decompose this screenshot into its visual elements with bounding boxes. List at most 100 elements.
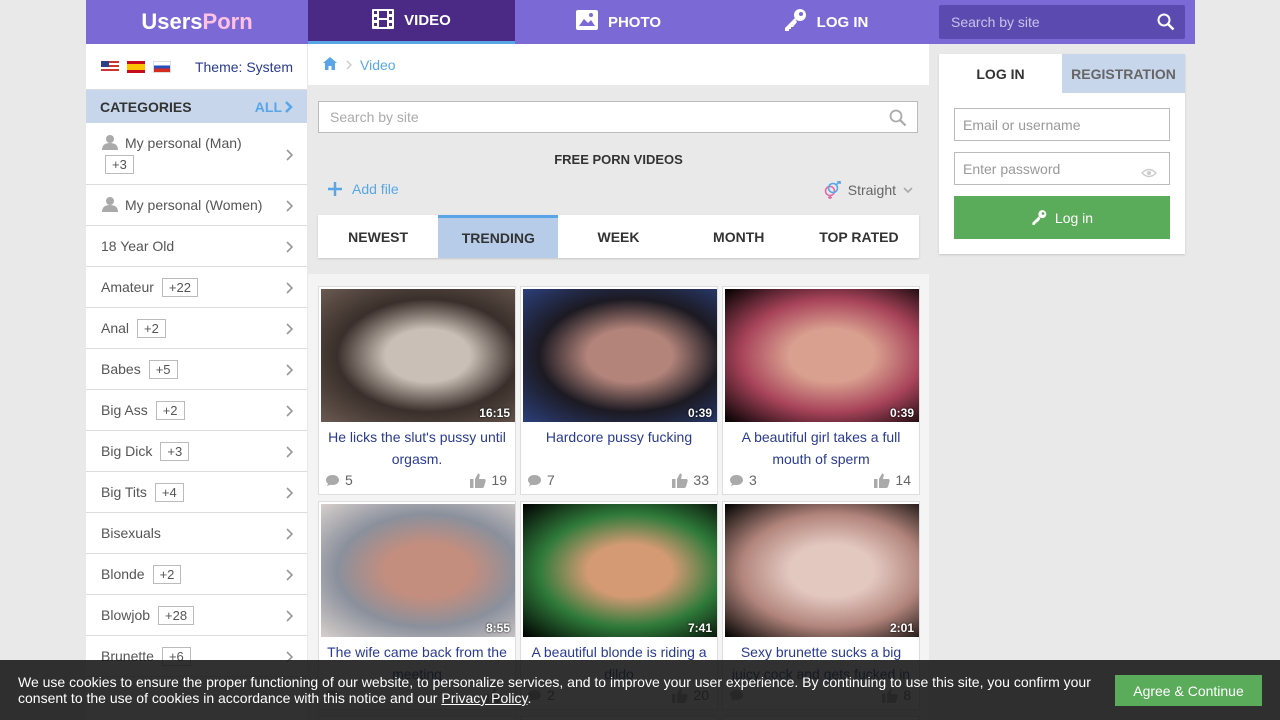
breadcrumb-current[interactable]: Video	[360, 57, 396, 73]
eye-icon[interactable]	[1141, 165, 1157, 181]
nav-video[interactable]: VIDEO	[308, 0, 515, 44]
all-categories-link[interactable]: ALL	[255, 99, 293, 115]
sidebar-category[interactable]: My personal (Women)	[86, 185, 307, 226]
sort-tab-top-rated[interactable]: TOP RATED	[799, 215, 919, 258]
category-label: Blonde	[101, 566, 145, 582]
video-controls: FREE PORN VIDEOS Add file Straight NEWES…	[308, 85, 929, 274]
video-thumbnail[interactable]: 7:41	[523, 504, 717, 637]
likes-value: 33	[693, 472, 709, 488]
theme-toggle[interactable]: Theme: System	[195, 59, 293, 75]
gender-icon	[824, 181, 841, 199]
sort-tab-week[interactable]: WEEK	[558, 215, 678, 258]
logo-text-porn: Porn	[202, 9, 253, 34]
category-badge: +2	[155, 400, 185, 420]
video-search-input[interactable]	[319, 102, 917, 132]
language-row: Theme: System	[86, 44, 307, 90]
video-card[interactable]: 0:39 A beautiful girl takes a full mouth …	[722, 286, 920, 495]
us-flag-icon[interactable]	[101, 60, 119, 73]
category-label: Blowjob	[101, 607, 151, 623]
video-thumbnail[interactable]: 0:39	[725, 289, 919, 422]
auth-tabs: LOG IN REGISTRATION	[939, 54, 1185, 93]
likes-value: 14	[895, 472, 911, 488]
video-thumbnail[interactable]: 2:01	[725, 504, 919, 637]
chevron-right-icon	[286, 404, 294, 420]
privacy-policy-link[interactable]: Privacy Policy	[441, 690, 527, 706]
thumbs-up-icon	[874, 473, 891, 488]
category-badge: +22	[161, 277, 198, 297]
video-duration: 8:55	[485, 621, 510, 635]
comment-icon	[730, 474, 743, 486]
nav-login[interactable]: LOG IN	[722, 0, 929, 44]
video-stats: 7 33	[521, 472, 717, 494]
sidebar-category[interactable]: Big Dick +3	[86, 431, 307, 472]
category-badge: +5	[148, 359, 178, 379]
category-label: Big Ass	[101, 402, 148, 418]
video-title[interactable]: He licks the slut's pussy until orgasm.	[319, 424, 515, 472]
add-file-label: Add file	[352, 181, 399, 197]
sidebar-category[interactable]: Amateur +22	[86, 267, 307, 308]
sidebar-category[interactable]: Blonde +2	[86, 554, 307, 595]
search-icon[interactable]	[1157, 13, 1175, 34]
orientation-dropdown[interactable]: Straight	[823, 181, 913, 199]
page-title: FREE PORN VIDEOS	[554, 152, 683, 167]
sort-tab-trending[interactable]: TRENDING	[438, 215, 559, 258]
video-title[interactable]: A beautiful girl takes a full mouth of s…	[723, 424, 919, 472]
comments-count: 7	[527, 472, 555, 488]
breadcrumb-separator-icon	[346, 57, 353, 73]
ru-flag-icon[interactable]	[153, 60, 171, 73]
key-icon	[783, 9, 807, 35]
image-icon	[575, 10, 598, 34]
likes-count: 19	[470, 472, 507, 488]
video-card[interactable]: 16:15 He licks the slut's pussy until org…	[318, 286, 516, 495]
sidebar-category[interactable]: Blowjob +28	[86, 595, 307, 636]
home-icon[interactable]	[322, 56, 338, 74]
video-duration: 0:39	[687, 406, 712, 420]
agree-continue-button[interactable]: Agree & Continue	[1115, 675, 1262, 706]
site-logo[interactable]: Users Porn	[86, 0, 308, 44]
categories-title: CATEGORIES	[100, 98, 192, 115]
plus-icon	[328, 182, 342, 196]
password-field[interactable]	[955, 153, 1169, 184]
add-file-button[interactable]: Add file	[328, 181, 399, 197]
search-icon[interactable]	[889, 109, 907, 130]
es-flag-icon[interactable]	[127, 60, 145, 73]
video-thumbnail[interactable]: 0:39	[523, 289, 717, 422]
nav-photo[interactable]: PHOTO	[515, 0, 722, 44]
video-title[interactable]: Hardcore pussy fucking	[521, 424, 717, 472]
all-label: ALL	[254, 98, 282, 115]
breadcrumb: Video	[308, 44, 929, 85]
password-field-wrap	[954, 152, 1170, 185]
nav-login-label: LOG IN	[816, 13, 869, 31]
sidebar-category[interactable]: 18 Year Old	[86, 226, 307, 267]
category-label: Bisexuals	[101, 525, 161, 541]
logo-text-users: Users	[141, 9, 203, 34]
tab-login[interactable]: LOG IN	[939, 54, 1062, 93]
comments-count: 5	[325, 472, 353, 488]
auth-panel: LOG IN REGISTRATION Log in	[939, 54, 1185, 254]
sidebar-category[interactable]: Anal +2	[86, 308, 307, 349]
likes-count: 14	[874, 472, 911, 488]
sidebar-category[interactable]: Big Tits +4	[86, 472, 307, 513]
email-field[interactable]	[955, 109, 1169, 140]
cookie-banner: We use cookies to ensure the proper func…	[0, 660, 1280, 720]
video-thumbnail[interactable]: 8:55	[321, 504, 515, 637]
nav-video-label: VIDEO	[404, 12, 451, 29]
header-search-input[interactable]	[939, 5, 1185, 39]
sidebar-category[interactable]: Bisexuals	[86, 513, 307, 554]
video-thumbnail[interactable]: 16:15	[321, 289, 515, 422]
sidebar-category[interactable]: Big Ass +2	[86, 390, 307, 431]
sidebar: Theme: System CATEGORIES ALL My personal…	[86, 44, 307, 720]
chevron-right-icon	[286, 609, 294, 625]
chevron-down-icon	[903, 187, 913, 193]
chevron-right-icon	[286, 281, 294, 297]
tab-registration[interactable]: REGISTRATION	[1062, 54, 1185, 93]
sort-tab-month[interactable]: MONTH	[679, 215, 799, 258]
likes-count: 33	[672, 472, 709, 488]
sidebar-category[interactable]: My personal (Man) +3	[86, 123, 307, 185]
login-button[interactable]: Log in	[954, 196, 1170, 239]
sidebar-category[interactable]: Babes +5	[86, 349, 307, 390]
video-duration: 16:15	[479, 406, 510, 420]
sort-tab-newest[interactable]: NEWEST	[318, 215, 438, 258]
category-badge: +28	[158, 605, 195, 625]
video-card[interactable]: 0:39 Hardcore pussy fucking 7 33	[520, 286, 718, 495]
